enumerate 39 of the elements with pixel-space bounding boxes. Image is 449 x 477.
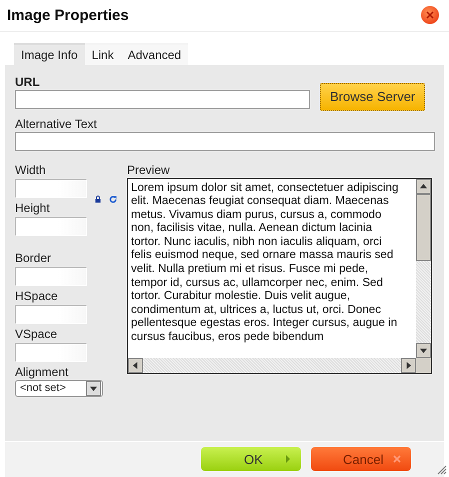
arrow-icon	[90, 384, 97, 392]
reset-icon[interactable]	[108, 194, 117, 204]
field-label: HSpace	[15, 288, 59, 302]
alignment-label: Alignment	[15, 364, 70, 378]
number-field[interactable]	[15, 342, 87, 362]
browse-server-button[interactable]: Browse Server	[320, 82, 426, 110]
ok-button[interactable]: OK	[201, 447, 301, 472]
window-title: Image Properties	[7, 6, 129, 24]
url-label: URL	[15, 74, 41, 88]
number-field[interactable]	[15, 304, 87, 324]
arrow-icon	[132, 362, 139, 368]
tab[interactable]: Advanced	[120, 42, 188, 64]
field-label: Height	[15, 200, 51, 214]
field-label: Border	[15, 250, 52, 264]
close-icon	[393, 455, 401, 464]
tab[interactable]: Image Info	[14, 42, 85, 64]
preview-label: Preview	[127, 162, 171, 176]
close-icon	[426, 11, 434, 20]
scrollbar[interactable]	[416, 178, 431, 358]
lock-icon[interactable]	[95, 194, 101, 204]
url-field[interactable]	[15, 90, 310, 109]
scrollbar[interactable]	[128, 358, 416, 372]
scrollbar-corner	[416, 358, 431, 372]
arrow-icon	[420, 182, 427, 190]
arrow-icon	[405, 362, 412, 368]
number-field[interactable]	[15, 216, 87, 236]
alignment-select[interactable]: <not set>	[15, 380, 103, 396]
number-field[interactable]	[15, 266, 87, 286]
preview-text: Lorem ipsum dolor sit amet, consectetuer adipiscing elit. Maecenas feugiat consequat diam. Maecenas metus. Vivamus diam purus, cursus a, commodo non, facilisis vitae, nulla. Aenean dictum lacinia tortor. Nunc iaculis, nibh non iaculis aliquam, orci felis euismod neque, sed ornare massa mauris sed velit. Nulla pretium mi et risus. Fusce mi pede, tempor id, cursus ac, ullamcorper nec, enim. Sed tortor. Curabitur molestie. Duis velit augue, condimentum at, ultrices a, luctus ut, orci. Donec pellentesque egestas eros. Integer cursus, augue in cursus faucibus, eros pede bibendum	[130, 180, 400, 346]
field-label: VSpace	[15, 326, 58, 340]
arrow-icon	[420, 346, 427, 354]
number-field[interactable]	[15, 178, 87, 198]
field-label: Width	[15, 162, 47, 176]
tab[interactable]: Link	[84, 42, 121, 64]
arrow-icon	[285, 455, 291, 464]
alt-text-label: Alternative Text	[15, 116, 98, 130]
alt-text-field[interactable]	[15, 132, 435, 150]
resize-grip-icon[interactable]	[435, 463, 447, 475]
close-button[interactable]	[421, 6, 439, 24]
